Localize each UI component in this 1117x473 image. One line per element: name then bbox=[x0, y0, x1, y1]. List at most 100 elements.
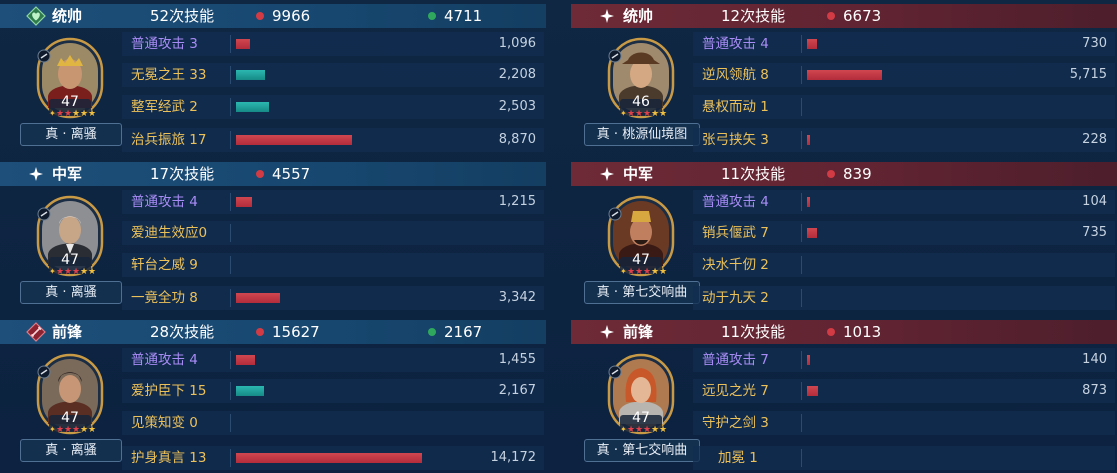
skill-amount: 14,172 bbox=[490, 450, 537, 465]
divider bbox=[801, 35, 802, 53]
skill-uses: 1 bbox=[760, 99, 769, 115]
general-portrait[interactable]: 47 ✦ ★ ★ ★ ★ ★ bbox=[35, 194, 105, 278]
svg-text:★: ★ bbox=[72, 425, 80, 435]
skill-name: 加冕 1 bbox=[702, 446, 758, 470]
general-name-tag[interactable]: 真 · 第七交响曲 bbox=[584, 439, 700, 462]
skill-row[interactable]: 销兵偃武 7 735 bbox=[693, 221, 1115, 245]
skill-amount-bar bbox=[807, 39, 817, 49]
skill-name: 逆风领航 8 bbox=[702, 63, 769, 87]
skill-row[interactable]: 守护之剑 3 bbox=[693, 411, 1115, 435]
skill-amount-bar bbox=[807, 386, 818, 396]
damage-dot-icon bbox=[827, 170, 835, 178]
vanguard-sword-emblem-icon bbox=[26, 322, 46, 342]
svg-text:★: ★ bbox=[627, 267, 635, 277]
skill-count: 12次技能 bbox=[721, 7, 786, 25]
skill-uses: 3 bbox=[189, 36, 198, 52]
general-portrait[interactable]: 46 ✦ ★ ★ ★ ★ ★ bbox=[606, 36, 676, 120]
general-name-tag[interactable]: 真 · 离骚 bbox=[20, 281, 122, 304]
skill-row[interactable]: 决水千仞 2 bbox=[693, 253, 1115, 277]
general-level: 47 bbox=[632, 410, 650, 426]
skill-row[interactable]: 远见之光 7 873 bbox=[693, 379, 1115, 403]
svg-text:★: ★ bbox=[80, 425, 88, 435]
skill-uses: 7 bbox=[760, 225, 769, 241]
skill-count: 52次技能 bbox=[150, 7, 215, 25]
skill-title: 整军经武 bbox=[131, 99, 185, 115]
general-level: 47 bbox=[632, 252, 650, 268]
skill-uses: 7 bbox=[760, 352, 769, 368]
svg-text:★: ★ bbox=[56, 267, 64, 277]
skill-row[interactable]: 逆风领航 8 5,715 bbox=[693, 63, 1115, 87]
svg-text:✦: ✦ bbox=[49, 425, 56, 434]
general-portrait[interactable]: 47 ✦ ★ ★ ★ ★ ★ bbox=[35, 352, 105, 436]
skill-row[interactable]: 爱护臣下 15 2,167 bbox=[122, 379, 544, 403]
skill-title: 悬权而动 bbox=[702, 99, 756, 115]
divider bbox=[230, 414, 231, 432]
skill-name: 无冕之王 33 bbox=[131, 63, 206, 87]
general-portrait[interactable]: 47 ✦ ★ ★ ★ ★ ★ bbox=[606, 352, 676, 436]
skill-title: 销兵偃武 bbox=[702, 225, 756, 241]
svg-text:★: ★ bbox=[659, 109, 667, 119]
skill-amount-bar bbox=[807, 228, 817, 238]
skill-title: 见策知变 bbox=[131, 415, 185, 431]
skill-amount: 104 bbox=[1082, 194, 1107, 209]
skill-row[interactable]: 无冕之王 33 2,208 bbox=[122, 63, 544, 87]
svg-text:★: ★ bbox=[643, 267, 651, 277]
total-damage: 1013 bbox=[843, 323, 882, 341]
skill-name: 整军经武 2 bbox=[131, 95, 198, 119]
star-rating: ✦ ★ ★ ★ ★ ★ bbox=[49, 425, 96, 435]
total-damage: 9966 bbox=[272, 7, 311, 25]
section-header: 中军 11次技能 839 bbox=[571, 162, 1117, 186]
skill-title: 张弓挟矢 bbox=[702, 132, 756, 148]
skill-title: 无冕之王 bbox=[131, 67, 185, 83]
skill-uses: 13 bbox=[189, 450, 207, 466]
skill-row[interactable]: 普通攻击 4 1,455 bbox=[122, 348, 544, 372]
svg-text:★: ★ bbox=[635, 109, 643, 119]
skill-row[interactable]: 张弓挟矢 3 228 bbox=[693, 128, 1115, 152]
general-name-tag[interactable]: 真 · 第七交响曲 bbox=[584, 281, 700, 304]
general-portrait[interactable]: 47 ✦ ★ ★ ★ ★ ★ bbox=[35, 36, 105, 120]
skill-uses: 4 bbox=[189, 352, 198, 368]
skill-row[interactable]: 治兵振旅 17 8,870 bbox=[122, 128, 544, 152]
skill-uses: 8 bbox=[189, 290, 198, 306]
skill-uses: 7 bbox=[760, 383, 769, 399]
skill-title: 普通攻击 bbox=[702, 36, 756, 52]
damage-dot-icon bbox=[256, 170, 264, 178]
skill-row[interactable]: 一竟全功 8 3,342 bbox=[122, 286, 544, 310]
skill-title: 轩台之威 bbox=[131, 257, 185, 273]
damage-dot-icon bbox=[256, 328, 264, 336]
skill-row[interactable]: 普通攻击 4 104 bbox=[693, 190, 1115, 214]
divider bbox=[230, 449, 231, 467]
total-damage: 15627 bbox=[272, 323, 320, 341]
skill-uses: 0 bbox=[198, 225, 208, 241]
general-name-tag[interactable]: 真 · 离骚 bbox=[20, 439, 122, 462]
skill-row[interactable]: 爱迪生效应0 bbox=[122, 221, 544, 245]
skill-row[interactable]: 普通攻击 4 730 bbox=[693, 32, 1115, 56]
general-portrait[interactable]: 47 ✦ ★ ★ ★ ★ ★ bbox=[606, 194, 676, 278]
general-name-tag[interactable]: 真 · 桃源仙境图 bbox=[584, 123, 700, 146]
skill-uses: 4 bbox=[760, 36, 769, 52]
skill-row[interactable]: 轩台之威 9 bbox=[122, 253, 544, 277]
svg-text:★: ★ bbox=[643, 425, 651, 435]
skill-name: 爱护臣下 15 bbox=[131, 379, 206, 403]
role-label: 统帅 bbox=[52, 7, 83, 25]
skill-row[interactable]: 悬权而动 1 bbox=[693, 95, 1115, 119]
total-damage: 6673 bbox=[843, 7, 882, 25]
skill-amount-bar bbox=[236, 135, 352, 145]
skill-row[interactable]: 普通攻击 7 140 bbox=[693, 348, 1115, 372]
center-section: 中军 17次技能 4557 47 ✦ ★ ★ ★ ★ ★ 真 · 离骚 普通攻击… bbox=[0, 158, 546, 314]
svg-text:★: ★ bbox=[627, 109, 635, 119]
skill-title: 普通攻击 bbox=[131, 36, 185, 52]
skill-row[interactable]: 普通攻击 3 1,096 bbox=[122, 32, 544, 56]
role-label: 中军 bbox=[52, 165, 83, 183]
skill-uses: 3 bbox=[760, 415, 769, 431]
skill-row[interactable]: 整军经武 2 2,503 bbox=[122, 95, 544, 119]
skill-row[interactable]: 动于九天 2 bbox=[693, 286, 1115, 310]
general-level: 47 bbox=[61, 252, 79, 268]
skill-row[interactable]: 加冕 1 bbox=[693, 446, 1115, 470]
skill-row[interactable]: 普通攻击 4 1,215 bbox=[122, 190, 544, 214]
skill-row[interactable]: 护身真言 13 14,172 bbox=[122, 446, 544, 470]
svg-text:★: ★ bbox=[635, 267, 643, 277]
general-name-tag[interactable]: 真 · 离骚 bbox=[20, 123, 122, 146]
skill-row[interactable]: 见策知变 0 bbox=[122, 411, 544, 435]
divider bbox=[801, 224, 802, 242]
